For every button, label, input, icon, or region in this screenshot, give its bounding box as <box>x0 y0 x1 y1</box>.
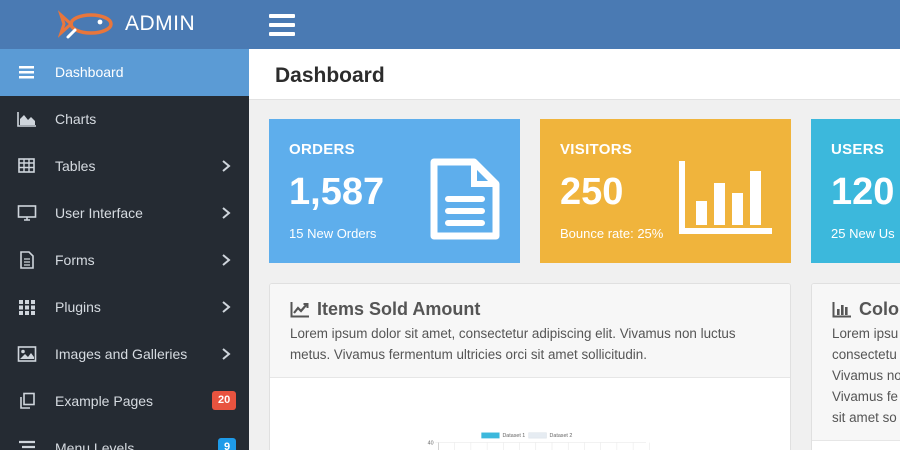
sidebar-toggle-button[interactable] <box>269 14 295 36</box>
users-stat-card[interactable]: USERS 120 25 New Us <box>811 119 900 263</box>
panel-title: Colo <box>832 296 900 322</box>
sidebar-item-label: Plugins <box>55 299 101 315</box>
sidebar-item-forms[interactable]: Forms <box>0 237 249 284</box>
sidebar-item-label: Dashboard <box>55 64 124 80</box>
description-line: Vivamus fe <box>832 389 898 404</box>
line-chart-icon <box>290 301 309 317</box>
y-tick-label: 40 <box>428 440 434 446</box>
panel-title-text: Colo <box>859 298 899 319</box>
panel-header: Colo Lorem ipsu consectetu Vivamus no Vi… <box>812 284 900 441</box>
sidebar-item-images-and-galleries[interactable]: Images and Galleries <box>0 331 249 378</box>
panel-description: Lorem ipsu consectetu Vivamus no Vivamus… <box>832 323 900 440</box>
legend-swatch <box>528 432 547 439</box>
count-badge: 20 <box>212 391 237 410</box>
description-line: Lorem ipsu <box>832 326 899 341</box>
sidebar-item-label: Charts <box>55 111 97 127</box>
sidebar-item-label: User Interface <box>55 205 143 221</box>
chevron-right-icon <box>222 301 231 313</box>
legend-label: Dataset 1 <box>502 433 525 439</box>
page-title: Dashboard <box>275 64 385 87</box>
sidebar-item-label: Forms <box>55 252 95 268</box>
document-icon <box>20 251 34 269</box>
chevron-right-icon <box>222 207 231 219</box>
sidebar-item-example-pages[interactable]: Example Pages 20 <box>0 378 249 425</box>
sidebar: Dashboard Charts Tables User Interface F… <box>0 49 249 450</box>
sidebar-item-label: Menu Levels <box>55 440 135 450</box>
list-icon <box>19 440 35 449</box>
stat-title: USERS <box>831 141 885 158</box>
orders-stat-card[interactable]: ORDERS 1,587 15 New Orders <box>269 119 520 263</box>
brand[interactable]: ADMIN <box>0 0 249 49</box>
menu-icon <box>19 66 34 79</box>
sidebar-item-label: Tables <box>55 158 96 174</box>
sidebar-item-label: Images and Galleries <box>55 346 188 362</box>
bar-chart-icon <box>679 161 772 234</box>
visitors-stat-card[interactable]: VISITORS 250 Bounce rate: 25% <box>540 119 791 263</box>
grid-icon <box>19 300 35 315</box>
stat-subtext: 15 New Orders <box>289 226 377 241</box>
chevron-right-icon <box>222 348 231 360</box>
fish-logo-icon <box>58 10 113 39</box>
sidebar-item-dashboard[interactable]: Dashboard <box>0 49 249 96</box>
count-badge: 9 <box>218 438 237 450</box>
file-text-icon <box>430 158 500 240</box>
chart-grid <box>435 442 650 450</box>
stat-title: ORDERS <box>289 141 355 158</box>
sidebar-item-plugins[interactable]: Plugins <box>0 284 249 331</box>
brand-name: ADMIN <box>125 12 196 35</box>
sidebar-item-tables[interactable]: Tables <box>0 143 249 190</box>
chart-legend[interactable]: Dataset 1 Dataset 2 <box>481 432 573 439</box>
image-icon <box>17 346 37 362</box>
legend-swatch <box>481 432 500 439</box>
panel-title: Items Sold Amount <box>290 296 770 322</box>
sidebar-item-menu-levels[interactable]: Menu Levels 9 <box>0 425 249 450</box>
panel-description: Lorem ipsum dolor sit amet, consectetur … <box>290 326 736 362</box>
chevron-right-icon <box>222 254 231 266</box>
sidebar-item-user-interface[interactable]: User Interface <box>0 190 249 237</box>
panel-header: Items Sold Amount Lorem ipsum dolor sit … <box>270 284 790 378</box>
description-line: Vivamus no <box>832 368 900 383</box>
top-navbar: ADMIN <box>0 0 900 49</box>
page-header: Dashboard <box>249 49 900 100</box>
stat-value: 120 <box>831 171 895 213</box>
monitor-icon <box>17 205 37 221</box>
sidebar-item-charts[interactable]: Charts <box>0 96 249 143</box>
description-line: sit amet so <box>832 410 897 425</box>
panel-title-text: Items Sold Amount <box>317 298 481 319</box>
stat-value: 1,587 <box>289 171 385 213</box>
copy-icon <box>20 392 35 409</box>
stat-title: VISITORS <box>560 141 633 158</box>
stat-subtext: 25 New Us <box>831 226 895 241</box>
area-chart-icon <box>17 112 36 127</box>
bar-chart-icon <box>832 301 851 317</box>
sidebar-item-label: Example Pages <box>55 393 154 409</box>
description-line: consectetu <box>832 347 897 362</box>
stat-subtext: Bounce rate: 25% <box>560 226 664 241</box>
colors-panel: Colo Lorem ipsu consectetu Vivamus no Vi… <box>811 283 900 450</box>
chevron-right-icon <box>222 160 231 172</box>
table-icon <box>18 158 35 173</box>
items-sold-panel: Items Sold Amount Lorem ipsum dolor sit … <box>269 283 791 450</box>
stat-value: 250 <box>560 171 624 213</box>
legend-label: Dataset 2 <box>550 433 573 439</box>
items-sold-chart: Dataset 1 Dataset 2 40 <box>428 432 650 450</box>
